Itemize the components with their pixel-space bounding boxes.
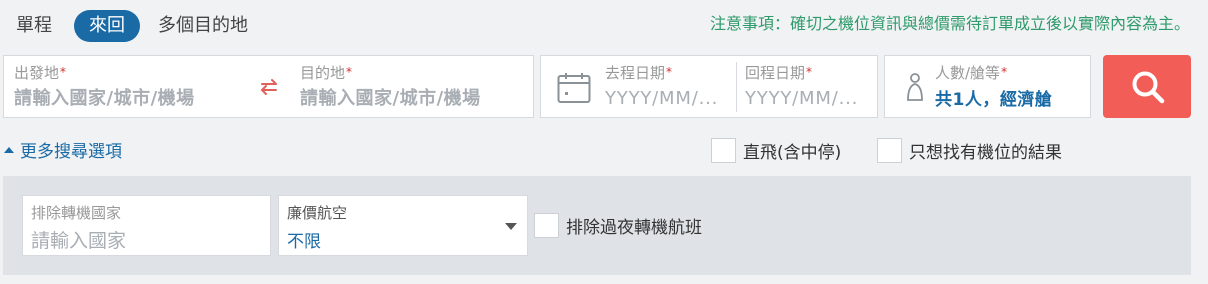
checkbox-box[interactable] [534,213,559,238]
trip-type-round-trip[interactable]: 來回 [74,10,140,42]
exclude-overnight-checkbox[interactable]: 排除過夜轉機航班 [534,213,702,239]
checkbox-box[interactable] [711,138,736,163]
required-mark: * [1001,65,1008,79]
return-date-label: 回程日期* [745,64,813,82]
trip-type-one-way[interactable]: 單程 [16,10,52,42]
destination-label: 目的地* [300,64,353,82]
departure-date-label: 去程日期* [605,64,673,82]
required-mark: * [806,65,813,79]
seats-only-checkbox[interactable]: 只想找有機位的結果 [877,138,1062,164]
origin-input[interactable]: 請輸入國家/城市/機場 [14,88,195,110]
search-button[interactable] [1103,55,1191,118]
triangle-up-icon [4,147,14,153]
exclude-transit-label: 排除轉機國家 [31,204,122,222]
direct-flight-label: 直飛(含中停) [743,143,842,163]
more-options-label: 更多搜尋選項 [20,142,122,162]
origin-label: 出發地* [14,64,67,82]
notice-text: 注意事項：確切之機位資訊與總價需待訂單成立後以實際內容為主。 [709,14,1190,33]
trip-type-selector: 單程 來回 多個目的地 注意事項：確切之機位資訊與總價需待訂單成立後以實際內容為… [0,0,1208,52]
route-box: 出發地* 請輸入國家/城市/機場 目的地* 請輸入國家/城市/機場 [3,55,534,118]
low-cost-airline-label: 廉價航空 [287,204,348,222]
trip-type-multi-city[interactable]: 多個目的地 [158,10,248,42]
exclude-overnight-label: 排除過夜轉機航班 [566,218,702,238]
low-cost-airline-value: 不限 [287,232,321,252]
low-cost-airline-select[interactable]: 廉價航空 不限 [278,195,528,256]
direct-flight-checkbox[interactable]: 直飛(含中停) [711,138,841,164]
seats-only-label: 只想找有機位的結果 [909,143,1062,163]
advanced-options-panel: 排除轉機國家 請輸入國家 廉價航空 不限 排除過夜轉機航班 [3,176,1191,275]
required-mark: * [60,65,67,79]
search-icon [1132,71,1165,104]
swap-icon[interactable] [258,76,280,98]
passenger-value: 共1人，經濟艙 [935,90,1053,110]
date-divider [736,62,737,112]
passenger-class-box[interactable]: 人數/艙等* 共1人，經濟艙 [884,55,1091,118]
required-mark: * [346,65,353,79]
exclude-transit-input[interactable]: 請輸入國家 [31,226,126,253]
chevron-down-icon [505,223,517,230]
destination-input[interactable]: 請輸入國家/城市/機場 [300,88,481,110]
more-options-toggle[interactable]: 更多搜尋選項 [4,140,122,164]
required-mark: * [666,65,673,79]
departure-date-input[interactable]: YYYY/MM/... [605,88,718,110]
calendar-icon [557,73,591,103]
date-box: 去程日期* YYYY/MM/... 回程日期* YYYY/MM/... [540,55,878,118]
checkbox-box[interactable] [877,138,902,163]
person-icon [907,73,923,101]
return-date-input[interactable]: YYYY/MM/... [745,88,858,110]
passenger-label: 人數/艙等* [935,64,1008,82]
exclude-transit-country-field[interactable]: 排除轉機國家 請輸入國家 [22,195,271,256]
